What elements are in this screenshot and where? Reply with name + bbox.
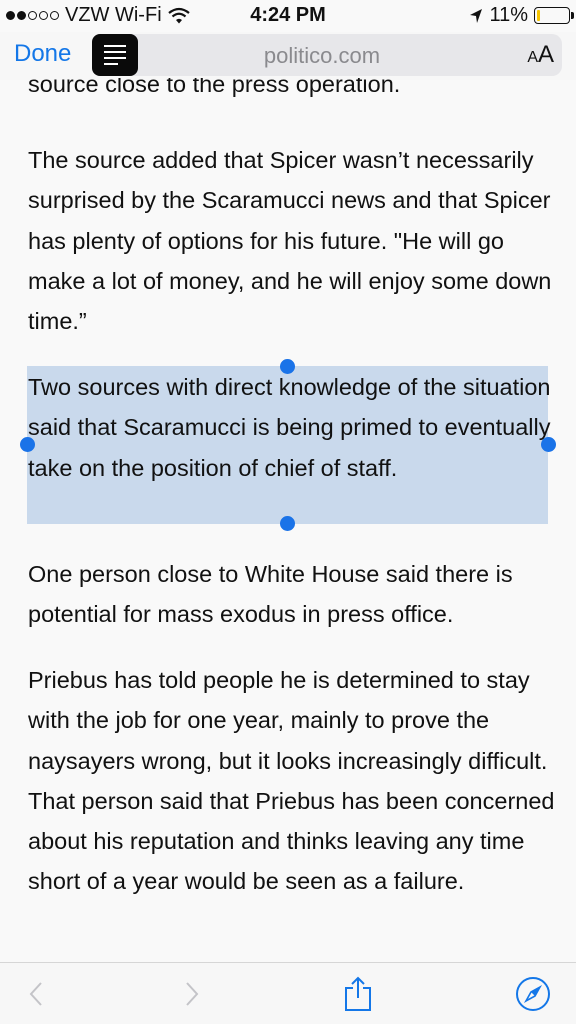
status-right: 11% — [469, 4, 574, 27]
article-paragraph: The source added that Spicer wasn’t nece… — [28, 147, 552, 335]
done-button[interactable]: Done — [14, 40, 71, 68]
safari-button[interactable] — [503, 963, 563, 1024]
article-paragraph: One person close to White House said the… — [28, 561, 513, 628]
back-button[interactable] — [6, 963, 66, 1024]
reader-view-button[interactable] — [92, 34, 138, 76]
safari-compass-icon — [516, 977, 550, 1011]
share-button[interactable] — [328, 963, 388, 1024]
url-label[interactable]: politico.com — [142, 43, 502, 69]
forward-button[interactable] — [162, 963, 222, 1024]
status-bar: VZW Wi-Fi 4:24 PM 11% — [0, 0, 576, 32]
back-icon — [29, 982, 42, 1006]
battery-fill — [537, 10, 540, 21]
battery-icon — [534, 7, 574, 24]
article-paragraph-text: source close to the press operation. — [28, 78, 401, 97]
reader-nav-bar: Done politico.com AA — [0, 32, 576, 80]
forward-icon — [186, 982, 199, 1006]
battery-percent: 11% — [489, 4, 528, 26]
address-bar[interactable]: politico.com AA — [92, 34, 562, 76]
bottom-toolbar — [0, 962, 576, 1024]
selection-bottom-handle[interactable] — [280, 516, 295, 531]
share-icon — [345, 976, 371, 1011]
selected-paragraph: Two sources with direct knowledge of the… — [28, 374, 551, 481]
article-paragraph: source close to the press operation. — [28, 78, 558, 114]
text-size-small-a: A — [527, 49, 538, 66]
article-paragraph: Priebus has told people he is determined… — [28, 667, 555, 895]
text-size-large-a: A — [537, 41, 554, 68]
text-size-button[interactable]: AA — [527, 41, 554, 69]
location-arrow-icon — [470, 8, 483, 23]
